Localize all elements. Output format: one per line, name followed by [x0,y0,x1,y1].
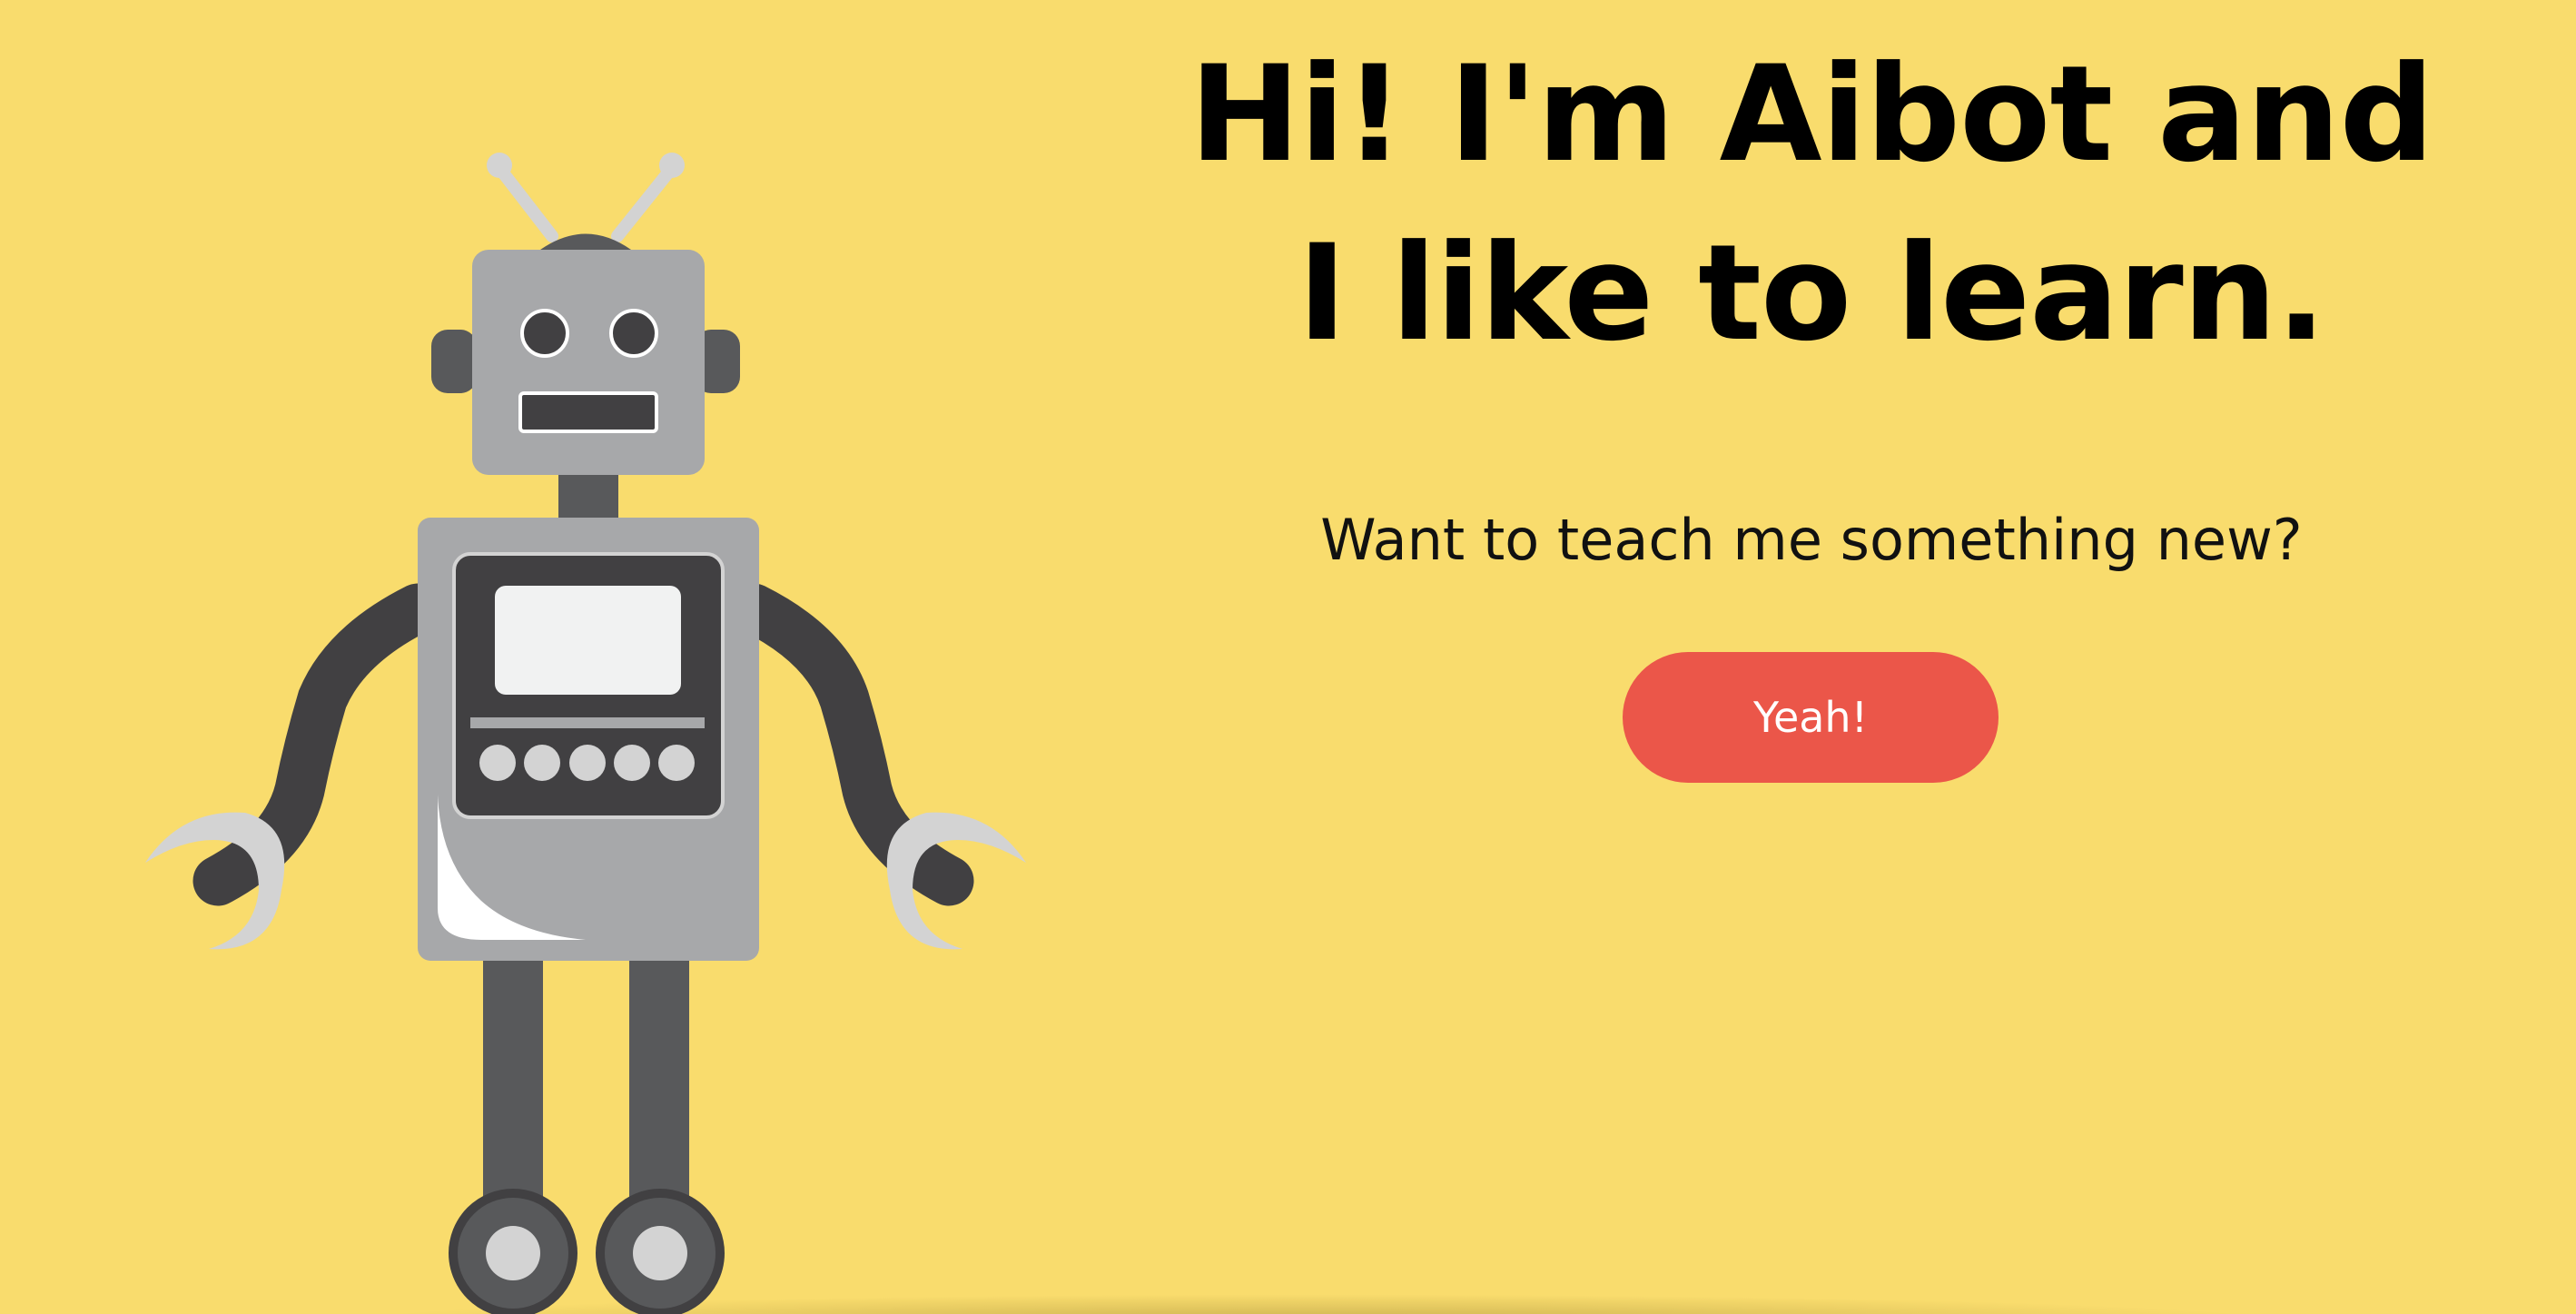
subtitle: Want to teach me something new? [1320,507,2303,573]
yeah-button[interactable]: Yeah! [1623,652,1999,783]
antenna-icon [487,153,685,250]
headline-line-1: Hi! I'm Aibot and [1189,37,2434,192]
robot-illustration [145,153,1026,1314]
page-title: Hi! I'm Aibot and I like to learn. [1180,25,2443,383]
wheel-icon [449,1189,725,1314]
landing-page: Hi! I'm Aibot and I like to learn. Want … [0,0,2576,1314]
headline-line-2: I like to learn. [1297,216,2326,370]
robot-head [472,250,705,475]
